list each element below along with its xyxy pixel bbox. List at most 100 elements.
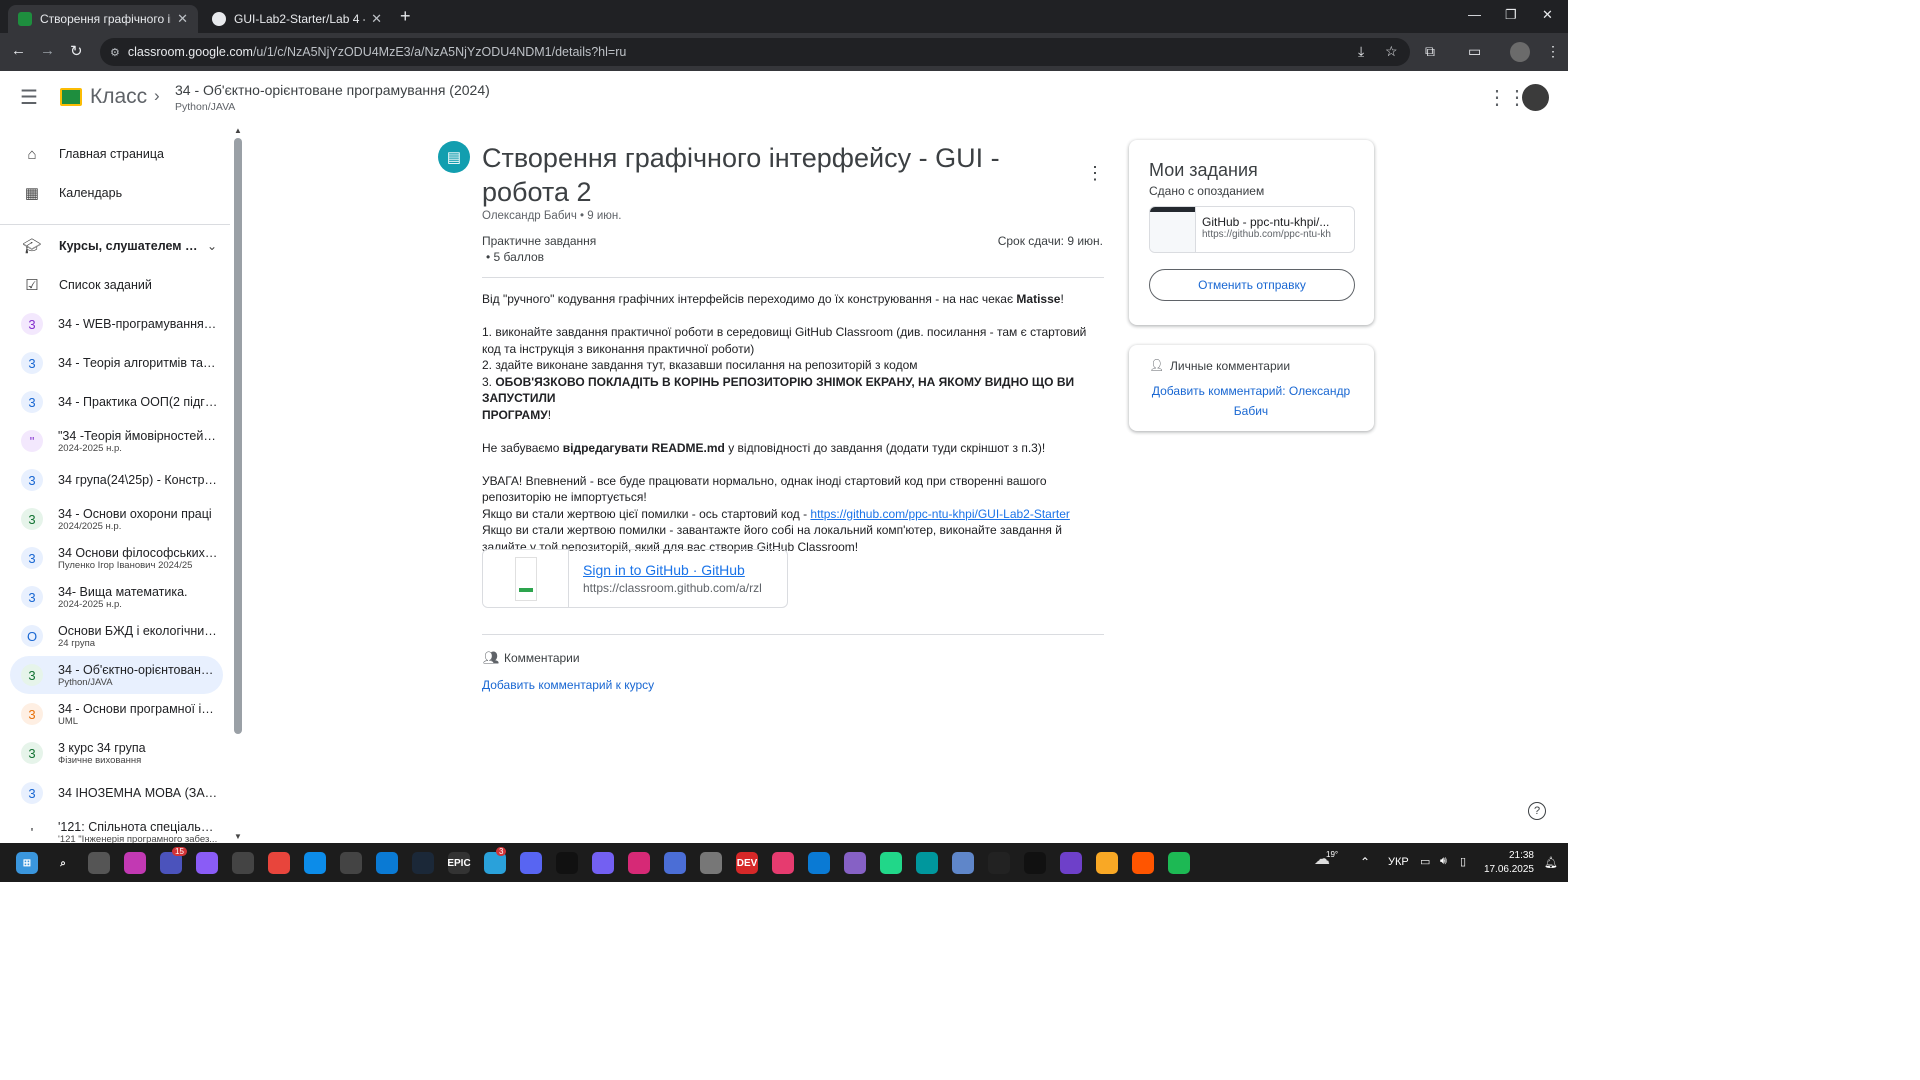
sidebar-course-item[interactable]: 3 34- Вища математика. 2024-2025 н.р. xyxy=(10,578,223,616)
game-icon[interactable] xyxy=(232,852,254,874)
unsubmit-button[interactable]: Отменить отправку xyxy=(1149,269,1355,301)
profile-avatar[interactable] xyxy=(1510,42,1530,62)
clock-time[interactable]: 21:38 xyxy=(1480,850,1534,861)
volume-icon[interactable]: 🔊︎ xyxy=(1440,855,1447,868)
classroom-logo-icon[interactable] xyxy=(60,88,82,106)
sidebar-course-item[interactable]: 3 34 група(24\25р) - Констру... xyxy=(10,461,223,499)
submitted-link-card[interactable]: GitHub - ppc-ntu-khpi/... https://github… xyxy=(1149,206,1355,253)
reload-icon[interactable]: ↻ xyxy=(70,42,83,60)
notifications-icon[interactable]: 🔔︎ xyxy=(1544,856,1558,869)
close-tab-icon[interactable]: ✕ xyxy=(371,11,382,27)
extensions-icon[interactable]: ⧉ xyxy=(1425,43,1435,60)
add-class-comment-link[interactable]: Добавить комментарий к курсу xyxy=(482,678,654,692)
text: Не забуваємо xyxy=(482,440,563,455)
browser-tab-github[interactable]: GUI-Lab2-Starter/Lab 4 - Matis ✕ xyxy=(202,5,392,33)
sidebar-course-item[interactable]: 3 34 - Об'єктно-орієнтоване ... Python/JAV… xyxy=(10,656,223,694)
sidebar-section-enrolled[interactable]: 🎓︎ Курсы, слушателем ко... ⌄ xyxy=(10,227,223,265)
attachment-title[interactable]: Sign in to GitHub · GitHub xyxy=(583,562,762,578)
sidebar-course-item[interactable]: 3 34 - Основи охорони праці 2024/2025 н.р. xyxy=(10,500,223,538)
chevron-up-icon[interactable]: ⌃ xyxy=(1360,855,1370,869)
github-desktop-icon[interactable] xyxy=(1060,852,1082,874)
epic-games-icon[interactable]: EPIC xyxy=(447,852,471,874)
main-menu-icon[interactable]: ☰ xyxy=(20,85,38,110)
sidebar-item-todo[interactable]: ☑ Список заданий xyxy=(10,266,223,304)
app-icon[interactable] xyxy=(664,852,686,874)
attachment-card[interactable]: Sign in to GitHub · GitHub https://class… xyxy=(482,549,788,608)
account-avatar[interactable] xyxy=(1522,84,1549,111)
soundcloud-icon[interactable] xyxy=(1132,852,1154,874)
sidebar-scrollbar[interactable] xyxy=(234,138,242,734)
add-private-comment-link[interactable]: Добавить комментарий: Олександр Бабич xyxy=(1145,381,1357,421)
scroll-up-icon[interactable]: ▲ xyxy=(234,126,242,135)
spotify-icon[interactable] xyxy=(1168,852,1190,874)
new-tab-icon[interactable]: + xyxy=(400,6,411,27)
battery-icon[interactable]: ▯ xyxy=(1460,855,1466,868)
course-avatar: 3 xyxy=(21,391,43,413)
discord-icon[interactable] xyxy=(520,852,542,874)
chevron-down-icon[interactable]: ⌄ xyxy=(207,239,217,253)
sidebar-course-item[interactable]: 3 34 ІНОЗЕМНА МОВА (ЗА П... xyxy=(10,774,223,812)
edge-icon[interactable] xyxy=(304,852,326,874)
sidebar-course-item[interactable]: 3 34 - Практика ООП(2 підгр... xyxy=(10,383,223,421)
course-subtitle: Python/JAVA xyxy=(175,101,236,113)
jetbrains-icon[interactable] xyxy=(772,852,794,874)
starter-code-link[interactable]: https://github.com/ppc-ntu-khpi/GUI-Lab2… xyxy=(810,507,1069,521)
windows-start-icon[interactable]: ⊞ xyxy=(16,852,38,874)
viber-icon[interactable] xyxy=(592,852,614,874)
visual-studio-icon[interactable] xyxy=(844,852,866,874)
language-indicator[interactable]: УКР xyxy=(1388,856,1409,868)
sidebar-course-item[interactable]: 3 3 курс 34 група Фізичне виховання xyxy=(10,734,223,772)
notepad-icon[interactable] xyxy=(700,852,722,874)
unreal-icon[interactable] xyxy=(1024,852,1046,874)
sidebar-item-calendar[interactable]: ▦ Календарь xyxy=(10,174,223,212)
install-app-icon[interactable]: ⤓ xyxy=(1358,43,1364,60)
more-options-icon[interactable]: ⋮ xyxy=(1086,163,1104,184)
sidebar-item-home[interactable]: ⌂ Главная страница xyxy=(10,135,223,173)
calendar-icon: ▦ xyxy=(24,185,40,202)
sidepanel-icon[interactable]: ▭ xyxy=(1468,43,1481,60)
photos-icon[interactable] xyxy=(124,852,146,874)
unity-icon[interactable] xyxy=(988,852,1010,874)
sidebar-course-item[interactable]: 3 34 - Основи програмної ін... UML xyxy=(10,695,223,733)
app-icon[interactable] xyxy=(952,852,974,874)
scroll-down-icon[interactable]: ▼ xyxy=(234,832,242,841)
sidebar-course-item[interactable]: 3 34 - WEB-програмування (... xyxy=(10,305,223,343)
minimize-icon[interactable]: — xyxy=(1468,7,1481,22)
url-bar[interactable]: ⚙ classroom.google.com /u/1/c/NzA5NjYzOD… xyxy=(100,38,1410,66)
arduino-icon[interactable] xyxy=(916,852,938,874)
copilot-icon[interactable] xyxy=(196,852,218,874)
people-icon: 👥︎ xyxy=(483,650,500,665)
vscode-icon[interactable] xyxy=(808,852,830,874)
app-name[interactable]: Класс xyxy=(90,85,147,109)
bookmark-star-icon[interactable]: ☆ xyxy=(1385,43,1398,60)
app-icon[interactable] xyxy=(1096,852,1118,874)
devcpp-icon[interactable]: DEV xyxy=(736,852,758,874)
store-icon[interactable] xyxy=(376,852,398,874)
chrome-icon[interactable] xyxy=(268,852,290,874)
chatgpt-icon[interactable] xyxy=(340,852,362,874)
course-title[interactable]: 34 - Об'єктно-орієнтоване програмування … xyxy=(175,82,490,98)
forward-icon[interactable]: → xyxy=(40,42,55,59)
sidebar-course-item[interactable]: 3 34 - Теорія алгоритмів та с... xyxy=(10,344,223,382)
text: Від "ручного" кодування графічних інтерф… xyxy=(482,292,1017,306)
sidebar-course-item[interactable]: О Основи БЖД і екологічних ... 24 група xyxy=(10,617,223,655)
clock-date[interactable]: 17.06.2025 xyxy=(1480,864,1534,875)
close-tab-icon[interactable]: ✕ xyxy=(177,11,188,27)
steam-icon[interactable] xyxy=(412,852,434,874)
search-icon[interactable]: ⌕ xyxy=(52,852,74,874)
site-info-icon[interactable]: ⚙ xyxy=(110,46,120,59)
sidebar-course-item[interactable]: " "34 -Теорія ймовірностей т... 2024-2025 … xyxy=(10,422,223,460)
google-apps-icon[interactable]: ⋮⋮ xyxy=(1487,85,1527,110)
back-icon[interactable]: ← xyxy=(11,42,26,59)
help-icon[interactable]: ? xyxy=(1528,802,1546,820)
browser-tab-active[interactable]: Створення графічного інтерфе ✕ xyxy=(8,5,198,33)
close-window-icon[interactable]: ✕ xyxy=(1542,7,1553,23)
sidebar-course-item[interactable]: 3 34 Основи філософських з... Пуленко Ігор… xyxy=(10,539,223,577)
tiktok-icon[interactable] xyxy=(556,852,578,874)
network-icon[interactable]: ▭ xyxy=(1420,855,1430,868)
menu-dots-icon[interactable]: ⋮ xyxy=(1546,43,1560,60)
task-view-icon[interactable] xyxy=(88,852,110,874)
pycharm-icon[interactable] xyxy=(880,852,902,874)
restore-icon[interactable]: ❐ xyxy=(1505,7,1517,23)
instagram-icon[interactable] xyxy=(628,852,650,874)
